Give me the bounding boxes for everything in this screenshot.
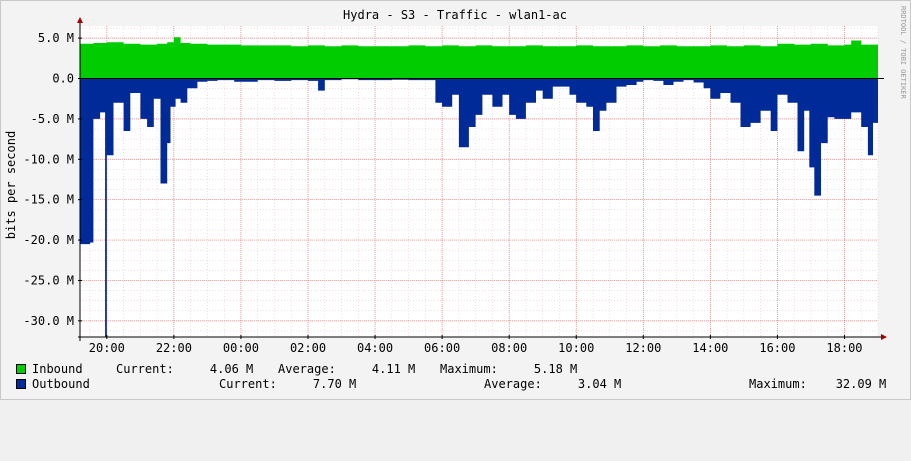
y-tick-label: -30.0 M xyxy=(23,314,74,328)
x-tick-label: 14:00 xyxy=(692,341,728,355)
legend-inbound-average: Average: 4.11 M xyxy=(278,362,416,376)
x-tick-label: 08:00 xyxy=(491,341,527,355)
x-tick-label: 18:00 xyxy=(826,341,862,355)
chart-title: Hydra - S3 - Traffic - wlan1-ac xyxy=(343,8,567,22)
legend-inbound: Inbound Current: 4.06 M Average: 4.11 M … xyxy=(16,362,577,376)
legend-outbound-swatch xyxy=(16,379,26,389)
x-tick-label: 04:00 xyxy=(357,341,393,355)
legend-inbound-label: Inbound xyxy=(32,362,83,376)
chart-svg: 5.0 M 0.0 -5.0 M -10.0 M -15.0 M -20.0 M -25.0… xyxy=(4,6,907,355)
x-tick-label: 00:00 xyxy=(223,341,259,355)
legend-inbound-swatch xyxy=(16,364,26,374)
y-tick-label: -20.0 M xyxy=(23,233,74,247)
x-axis-arrow xyxy=(881,334,887,340)
y-tick-label: -15.0 M xyxy=(23,193,74,207)
legend-outbound: Outbound Current: 7.70 M Average: 3.04 M… xyxy=(16,377,886,391)
y-tick-label: -5.0 M xyxy=(31,112,74,126)
watermark: RRDTOOL / TOBI OETIKER xyxy=(899,6,907,100)
x-tick-label: 12:00 xyxy=(625,341,661,355)
x-tick-label: 20:00 xyxy=(89,341,125,355)
legend-outbound-maximum: Maximum: 32.09 M xyxy=(749,377,887,391)
y-axis-label: bits per second xyxy=(4,131,18,239)
x-tick-label: 16:00 xyxy=(759,341,795,355)
x-tick-label: 22:00 xyxy=(156,341,192,355)
y-tick-label: 5.0 M xyxy=(38,31,74,45)
legend-inbound-current: Current: 4.06 M xyxy=(116,362,254,376)
legend-outbound-average: Average: 3.04 M xyxy=(484,377,622,391)
legend-inbound-maximum: Maximum: 5.18 M xyxy=(440,362,578,376)
y-tick-label: -25.0 M xyxy=(23,273,74,287)
x-tick-label: 02:00 xyxy=(290,341,326,355)
legend-outbound-label: Outbound xyxy=(32,377,90,391)
x-tick-label: 10:00 xyxy=(558,341,594,355)
y-axis-arrow xyxy=(77,17,83,23)
x-tick-label: 06:00 xyxy=(424,341,460,355)
y-tick-label: -10.0 M xyxy=(23,152,74,166)
y-tick-label: 0.0 xyxy=(52,72,74,86)
legend-outbound-current: Current: 7.70 M xyxy=(219,377,357,391)
